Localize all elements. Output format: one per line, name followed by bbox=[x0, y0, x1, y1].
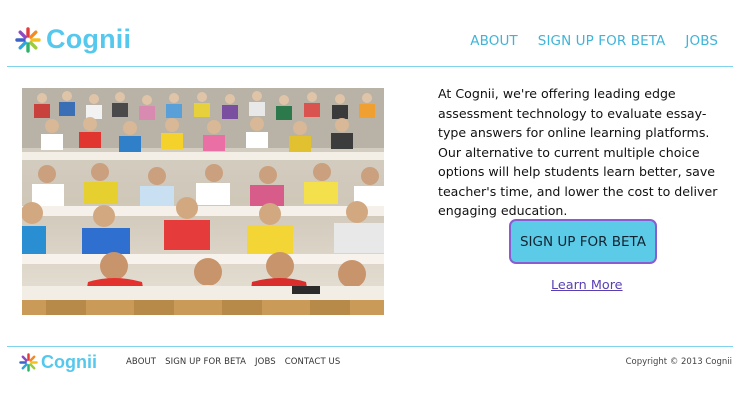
nav-link-jobs[interactable]: JOBS bbox=[685, 33, 718, 49]
nav-link-about[interactable]: ABOUT bbox=[470, 33, 518, 49]
cognii-logo-icon bbox=[19, 353, 38, 372]
learn-more-link[interactable]: Learn More bbox=[551, 278, 623, 293]
footer-divider bbox=[7, 346, 733, 347]
brand-logo[interactable]: Cognii bbox=[15, 24, 131, 55]
sign-up-for-beta-button[interactable]: SIGN UP FOR BETA bbox=[509, 219, 657, 264]
intro-paragraph: At Cognii, we're offering leading edge a… bbox=[438, 86, 718, 218]
brand-name: Cognii bbox=[46, 24, 132, 54]
main-nav: ABOUT SIGN UP FOR BETA JOBS bbox=[450, 33, 718, 49]
nav-link-sign-up-for-beta[interactable]: SIGN UP FOR BETA bbox=[538, 33, 666, 49]
hero-photo bbox=[22, 88, 384, 315]
copyright-notice: Copyright © 2013 Cognii bbox=[625, 357, 732, 367]
cognii-logo-icon bbox=[15, 26, 41, 53]
footer-link-contact-us[interactable]: CONTACT US bbox=[285, 357, 341, 367]
footer-link-sign-up-for-beta[interactable]: SIGN UP FOR BETA bbox=[165, 357, 246, 367]
header-divider bbox=[7, 66, 733, 67]
site-header: Cognii ABOUT SIGN UP FOR BETA JOBS bbox=[0, 0, 740, 66]
footer-nav: ABOUT SIGN UP FOR BETA JOBS CONTACT US bbox=[126, 357, 349, 367]
footer-link-jobs[interactable]: JOBS bbox=[255, 357, 276, 367]
footer-brand-name: Cognii bbox=[41, 352, 97, 372]
footer-link-about[interactable]: ABOUT bbox=[126, 357, 156, 367]
footer-logo[interactable]: Cognii bbox=[19, 352, 97, 373]
classroom-photo-image bbox=[22, 88, 384, 315]
